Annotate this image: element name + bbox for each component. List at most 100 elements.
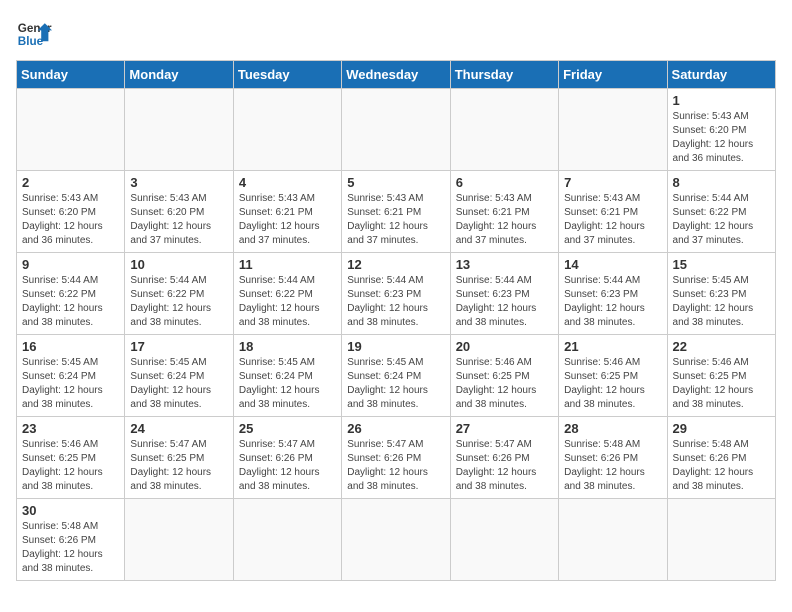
calendar-cell: 5Sunrise: 5:43 AMSunset: 6:21 PMDaylight… [342,171,450,253]
day-number: 21 [564,339,661,354]
day-number: 14 [564,257,661,272]
calendar-cell: 13 Sunrise: 5:44 AMSunset: 6:23 PMDayligh… [450,253,558,335]
weekday-header-saturday: Saturday [667,61,775,89]
calendar-cell: 9 Sunrise: 5:44 AMSunset: 6:22 PMDaylight… [17,253,125,335]
day-number: 22 [673,339,770,354]
calendar-cell: 18 Sunrise: 5:45 AMSunset: 6:24 PMDayligh… [233,335,341,417]
calendar-cell: 24Sunrise: 5:47 AMSunset: 6:25 PMDayligh… [125,417,233,499]
day-info: Sunrise: 5:47 AMSunset: 6:26 PMDaylight:… [347,438,444,494]
day-number: 27 [456,421,553,436]
day-number: 28 [564,421,661,436]
calendar-cell [342,499,450,581]
day-info: Sunrise: 5:43 AMSunset: 6:20 PMDaylight:… [22,192,119,248]
calendar-cell: 27 Sunrise: 5:47 AMSunset: 6:26 PMDayligh… [450,417,558,499]
day-info: Sunrise: 5:44 AMSunset: 6:22 PMDaylight:… [673,192,770,248]
day-number: 4 [239,175,336,190]
calendar-cell: 25 Sunrise: 5:47 AMSunset: 6:26 PMDayligh… [233,417,341,499]
day-info: Sunrise: 5:45 AMSunset: 6:24 PMDaylight:… [22,356,119,412]
day-number: 5 [347,175,444,190]
calendar-cell: 22 Sunrise: 5:46 AMSunset: 6:25 PMDayligh… [667,335,775,417]
day-number: 7 [564,175,661,190]
day-number: 8 [673,175,770,190]
day-info: Sunrise: 5:44 AMSunset: 6:22 PMDaylight:… [239,274,336,330]
weekday-header-tuesday: Tuesday [233,61,341,89]
calendar-cell [450,89,558,171]
day-info: Sunrise: 5:45 AMSunset: 6:24 PMDaylight:… [239,356,336,412]
day-number: 13 [456,257,553,272]
calendar-table: SundayMondayTuesdayWednesdayThursdayFrid… [16,60,776,581]
calendar-cell: 8 Sunrise: 5:44 AMSunset: 6:22 PMDaylight… [667,171,775,253]
calendar-cell: 1 Sunrise: 5:43 AMSunset: 6:20 PMDaylight… [667,89,775,171]
day-info: Sunrise: 5:43 AMSunset: 6:20 PMDaylight:… [673,110,770,166]
calendar-cell: 11 Sunrise: 5:44 AMSunset: 6:22 PMDayligh… [233,253,341,335]
logo: General Blue [16,16,52,52]
calendar-cell: 3 Sunrise: 5:43 AMSunset: 6:20 PMDaylight… [125,171,233,253]
calendar-cell: 6 Sunrise: 5:43 AMSunset: 6:21 PMDaylight… [450,171,558,253]
day-info: Sunrise: 5:45 AMSunset: 6:23 PMDaylight:… [673,274,770,330]
day-number: 2 [22,175,119,190]
calendar-cell [450,499,558,581]
day-info: Sunrise: 5:43 AMSunset: 6:20 PMDaylight:… [130,192,227,248]
day-number: 9 [22,257,119,272]
day-info: Sunrise: 5:47 AMSunset: 6:25 PMDaylight:… [130,438,227,494]
calendar-cell [17,89,125,171]
calendar-cell: 19 Sunrise: 5:45 AMSunset: 6:24 PMDayligh… [342,335,450,417]
day-number: 19 [347,339,444,354]
day-info: Sunrise: 5:46 AMSunset: 6:25 PMDaylight:… [564,356,661,412]
day-number: 26 [347,421,444,436]
weekday-header-sunday: Sunday [17,61,125,89]
day-number: 12 [347,257,444,272]
day-info: Sunrise: 5:44 AMSunset: 6:23 PMDaylight:… [456,274,553,330]
day-number: 10 [130,257,227,272]
day-number: 30 [22,503,119,518]
day-number: 11 [239,257,336,272]
calendar-cell: 20 Sunrise: 5:46 AMSunset: 6:25 PMDayligh… [450,335,558,417]
day-info: Sunrise: 5:45 AMSunset: 6:24 PMDaylight:… [347,356,444,412]
day-number: 23 [22,421,119,436]
day-info: Sunrise: 5:46 AMSunset: 6:25 PMDaylight:… [673,356,770,412]
calendar-cell: 16Sunrise: 5:45 AMSunset: 6:24 PMDayligh… [17,335,125,417]
day-number: 18 [239,339,336,354]
day-info: Sunrise: 5:44 AMSunset: 6:22 PMDaylight:… [22,274,119,330]
svg-text:Blue: Blue [18,35,44,48]
day-number: 20 [456,339,553,354]
calendar-cell: 4 Sunrise: 5:43 AMSunset: 6:21 PMDaylight… [233,171,341,253]
logo-icon: General Blue [16,16,52,52]
calendar-cell [342,89,450,171]
day-info: Sunrise: 5:45 AMSunset: 6:24 PMDaylight:… [130,356,227,412]
day-number: 29 [673,421,770,436]
day-info: Sunrise: 5:46 AMSunset: 6:25 PMDaylight:… [22,438,119,494]
day-info: Sunrise: 5:48 AMSunset: 6:26 PMDaylight:… [673,438,770,494]
day-info: Sunrise: 5:46 AMSunset: 6:25 PMDaylight:… [456,356,553,412]
calendar-cell: 10 Sunrise: 5:44 AMSunset: 6:22 PMDayligh… [125,253,233,335]
day-info: Sunrise: 5:48 AMSunset: 6:26 PMDaylight:… [22,520,119,576]
calendar-cell: 26 Sunrise: 5:47 AMSunset: 6:26 PMDayligh… [342,417,450,499]
calendar-cell: 14 Sunrise: 5:44 AMSunset: 6:23 PMDayligh… [559,253,667,335]
day-info: Sunrise: 5:43 AMSunset: 6:21 PMDaylight:… [239,192,336,248]
calendar-cell: 17Sunrise: 5:45 AMSunset: 6:24 PMDayligh… [125,335,233,417]
weekday-header-friday: Friday [559,61,667,89]
calendar-cell [233,89,341,171]
day-info: Sunrise: 5:44 AMSunset: 6:23 PMDaylight:… [564,274,661,330]
calendar-cell: 23 Sunrise: 5:46 AMSunset: 6:25 PMDayligh… [17,417,125,499]
calendar-cell: 21 Sunrise: 5:46 AMSunset: 6:25 PMDayligh… [559,335,667,417]
calendar-cell [233,499,341,581]
day-info: Sunrise: 5:44 AMSunset: 6:22 PMDaylight:… [130,274,227,330]
day-info: Sunrise: 5:43 AMSunset: 6:21 PMDaylight:… [564,192,661,248]
day-info: Sunrise: 5:43 AMSunset: 6:21 PMDaylight:… [456,192,553,248]
day-info: Sunrise: 5:47 AMSunset: 6:26 PMDaylight:… [456,438,553,494]
day-number: 25 [239,421,336,436]
day-number: 1 [673,93,770,108]
calendar-cell: 29 Sunrise: 5:48 AMSunset: 6:26 PMDayligh… [667,417,775,499]
weekday-header-thursday: Thursday [450,61,558,89]
weekday-header-monday: Monday [125,61,233,89]
day-info: Sunrise: 5:47 AMSunset: 6:26 PMDaylight:… [239,438,336,494]
calendar-cell: 7 Sunrise: 5:43 AMSunset: 6:21 PMDaylight… [559,171,667,253]
day-number: 6 [456,175,553,190]
weekday-header-wednesday: Wednesday [342,61,450,89]
calendar-cell: 2 Sunrise: 5:43 AMSunset: 6:20 PMDaylight… [17,171,125,253]
calendar-cell [559,89,667,171]
day-number: 3 [130,175,227,190]
day-number: 15 [673,257,770,272]
calendar-cell: 12Sunrise: 5:44 AMSunset: 6:23 PMDayligh… [342,253,450,335]
